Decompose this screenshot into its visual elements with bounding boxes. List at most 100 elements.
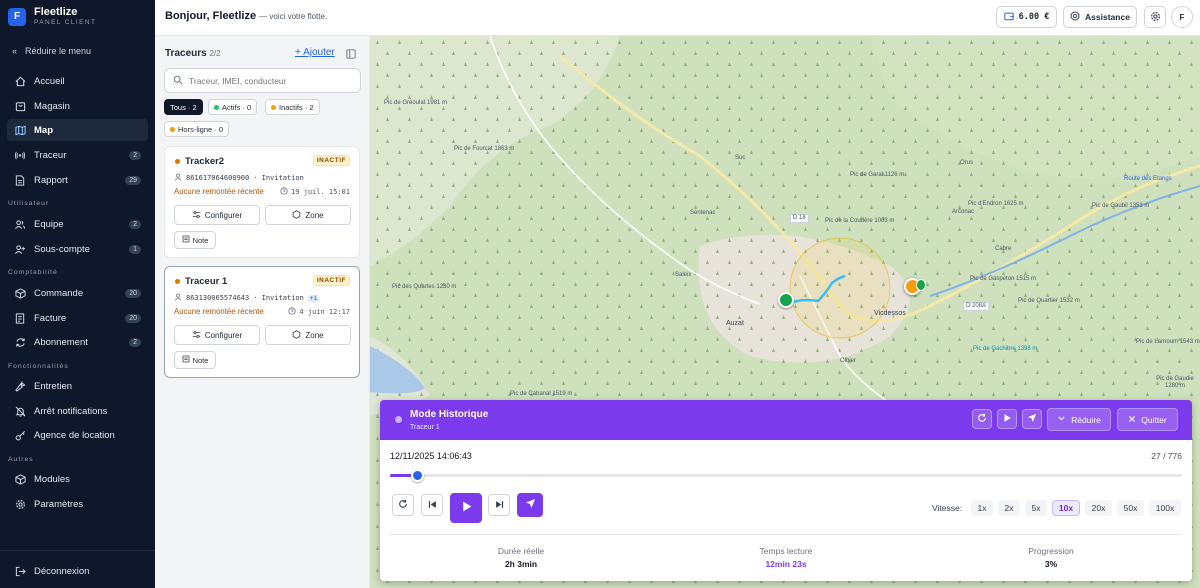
sidebar-item-abonnement[interactable]: Abonnement 2 bbox=[7, 331, 148, 353]
note-icon bbox=[182, 235, 190, 245]
search-icon bbox=[173, 74, 183, 88]
filter-chip-hors-ligne[interactable]: Hors-ligne · 0 bbox=[164, 121, 230, 137]
sidebar-item-agence-location[interactable]: Agence de location bbox=[7, 424, 148, 446]
configure-button[interactable]: Configurer bbox=[174, 325, 260, 345]
sidebar-item-sous-compte[interactable]: Sous-compte 1 bbox=[7, 238, 148, 260]
status-dot bbox=[214, 104, 219, 110]
wallet-icon bbox=[1003, 11, 1014, 23]
progress-thumb[interactable] bbox=[410, 469, 424, 482]
play-button[interactable] bbox=[450, 493, 482, 523]
header-play-button[interactable] bbox=[997, 409, 1017, 429]
next-button[interactable] bbox=[488, 494, 510, 516]
playback-datetime: 12/11/2025 14:06:43 bbox=[390, 451, 472, 461]
speed-option-50x[interactable]: 50x bbox=[1117, 500, 1144, 516]
sidebar-item-commande[interactable]: Commande 20 bbox=[7, 282, 148, 304]
no-recent-data-warning: Aucune remontée récente bbox=[174, 307, 264, 316]
sidebar-item-entretien[interactable]: Entretien bbox=[7, 375, 148, 397]
sidebar-item-rapport[interactable]: Rapport 29 bbox=[7, 169, 148, 191]
progress-track[interactable] bbox=[390, 469, 1182, 482]
assistance-button[interactable]: Assistance bbox=[1063, 6, 1137, 28]
start-bus-marker[interactable] bbox=[778, 292, 794, 308]
follow-vehicle-button[interactable] bbox=[517, 493, 543, 517]
quit-label: Quitter bbox=[1141, 414, 1167, 425]
configure-button[interactable]: Configurer bbox=[174, 205, 260, 225]
navigation-icon bbox=[525, 498, 536, 512]
replay-button[interactable] bbox=[972, 409, 992, 429]
user-icon bbox=[174, 293, 182, 303]
last-seen-date: 4 juin 12:17 bbox=[299, 308, 350, 316]
stat-progression-value: 3% bbox=[1044, 559, 1058, 569]
speed-option-20x[interactable]: 20x bbox=[1085, 500, 1112, 516]
trackers-count: 2/2 bbox=[209, 49, 221, 58]
wallet-balance-button[interactable]: 6.00 € bbox=[996, 6, 1057, 28]
stat-progression-label: Progression bbox=[1028, 546, 1074, 556]
search-input[interactable] bbox=[189, 75, 349, 86]
logout-button[interactable]: Déconnexion bbox=[7, 560, 148, 582]
speed-option-1x[interactable]: 1x bbox=[971, 500, 993, 516]
reduce-button[interactable]: Réduire bbox=[1047, 408, 1111, 431]
sidebar-item-modules[interactable]: Modules bbox=[7, 468, 148, 490]
lifebuoy-icon bbox=[1070, 11, 1080, 23]
zone-button[interactable]: Zone bbox=[265, 325, 351, 345]
sidebar-item-map[interactable]: Map bbox=[7, 119, 148, 141]
stats-divider bbox=[390, 534, 1182, 535]
sidebar-item-accueil[interactable]: Accueil bbox=[7, 70, 148, 92]
note-icon bbox=[182, 355, 190, 365]
sidebar: F Fleetlize PANEL CLIENT « Réduire le me… bbox=[0, 0, 155, 588]
follow-button[interactable] bbox=[1022, 409, 1042, 429]
sidebar-item-facture[interactable]: Facture 20 bbox=[7, 307, 148, 329]
sidebar-item-label: Sous-compte bbox=[34, 243, 90, 255]
collapse-panel-button[interactable] bbox=[346, 48, 356, 62]
section-comptabilite: Comptabilité bbox=[8, 269, 58, 276]
greeting-title: Bonjour, Fleetlize bbox=[165, 10, 257, 22]
greeting: Bonjour, Fleetlize — voici votre flotte. bbox=[165, 10, 327, 22]
note-label: Note bbox=[192, 355, 209, 365]
note-button[interactable]: Note bbox=[174, 231, 216, 249]
map-label: Pic de Quartier 1532 m bbox=[1018, 298, 1080, 304]
stat-duree-value: 2h 3min bbox=[504, 559, 538, 569]
invitation-label: · Invitation bbox=[253, 174, 304, 182]
previous-button[interactable] bbox=[421, 494, 443, 516]
map-label: Auzat bbox=[726, 320, 744, 327]
sidebar-item-traceur[interactable]: Traceur 2 bbox=[7, 144, 148, 166]
speed-option-10x[interactable]: 10x bbox=[1052, 500, 1080, 516]
filter-chip-inactifs[interactable]: Inactifs · 2 bbox=[265, 99, 320, 115]
count-badge: 1 bbox=[129, 244, 141, 254]
count-badge: 2 bbox=[129, 150, 141, 160]
speed-option-100x[interactable]: 100x bbox=[1149, 500, 1181, 516]
speed-option-2x[interactable]: 2x bbox=[998, 500, 1020, 516]
note-button[interactable]: Note bbox=[174, 351, 216, 369]
tracker-card[interactable]: Tracker2 INACTIF 861617064600900 · Invit… bbox=[164, 146, 360, 258]
sidebar-item-label: Magasin bbox=[34, 100, 70, 112]
sidebar-item-parametres[interactable]: Paramètres bbox=[7, 493, 148, 515]
last-seen: 19 juil. 15:01 bbox=[280, 187, 350, 197]
sidebar-item-arret-notifications[interactable]: Arrêt notifications bbox=[7, 400, 148, 422]
add-tracker-link[interactable]: + Ajouter bbox=[295, 47, 335, 58]
map-label: Pic de Fourcat 1863 m bbox=[454, 146, 515, 152]
avatar[interactable]: F bbox=[1171, 6, 1193, 28]
quit-button[interactable]: Quitter bbox=[1117, 408, 1178, 431]
speed-option-5x[interactable]: 5x bbox=[1025, 500, 1047, 516]
filter-chip-actifs[interactable]: Actifs · 0 bbox=[208, 99, 258, 115]
restart-button[interactable] bbox=[392, 494, 414, 516]
tracker-search[interactable] bbox=[164, 68, 361, 93]
sidebar-item-label: Arrêt notifications bbox=[34, 405, 108, 417]
sidebar-item-equipe[interactable]: Equipe 2 bbox=[7, 213, 148, 235]
sidebar-item-magasin[interactable]: Magasin bbox=[7, 95, 148, 117]
end-marker[interactable] bbox=[916, 279, 926, 291]
avatar-initial: F bbox=[1179, 12, 1185, 22]
play-icon bbox=[1002, 412, 1012, 426]
tracker-card[interactable]: Traceur 1 INACTIF 863130065574643 · Invi… bbox=[164, 266, 360, 378]
collapse-menu-button[interactable]: « Réduire le menu bbox=[12, 46, 91, 56]
collapse-menu-label: Réduire le menu bbox=[25, 46, 92, 56]
map-label: Pic d'Endron 1625 m bbox=[968, 201, 1024, 207]
zone-label: Zone bbox=[305, 330, 324, 340]
settings-button[interactable] bbox=[1144, 6, 1166, 28]
clock-icon bbox=[288, 307, 297, 317]
logout-label: Déconnexion bbox=[34, 565, 90, 577]
no-recent-data-warning: Aucune remontée récente bbox=[174, 187, 264, 196]
filter-chip-tous[interactable]: Tous · 2 bbox=[164, 99, 203, 115]
zone-button[interactable]: Zone bbox=[265, 205, 351, 225]
sidebar-item-label: Map bbox=[34, 124, 53, 136]
package-icon bbox=[14, 287, 26, 299]
